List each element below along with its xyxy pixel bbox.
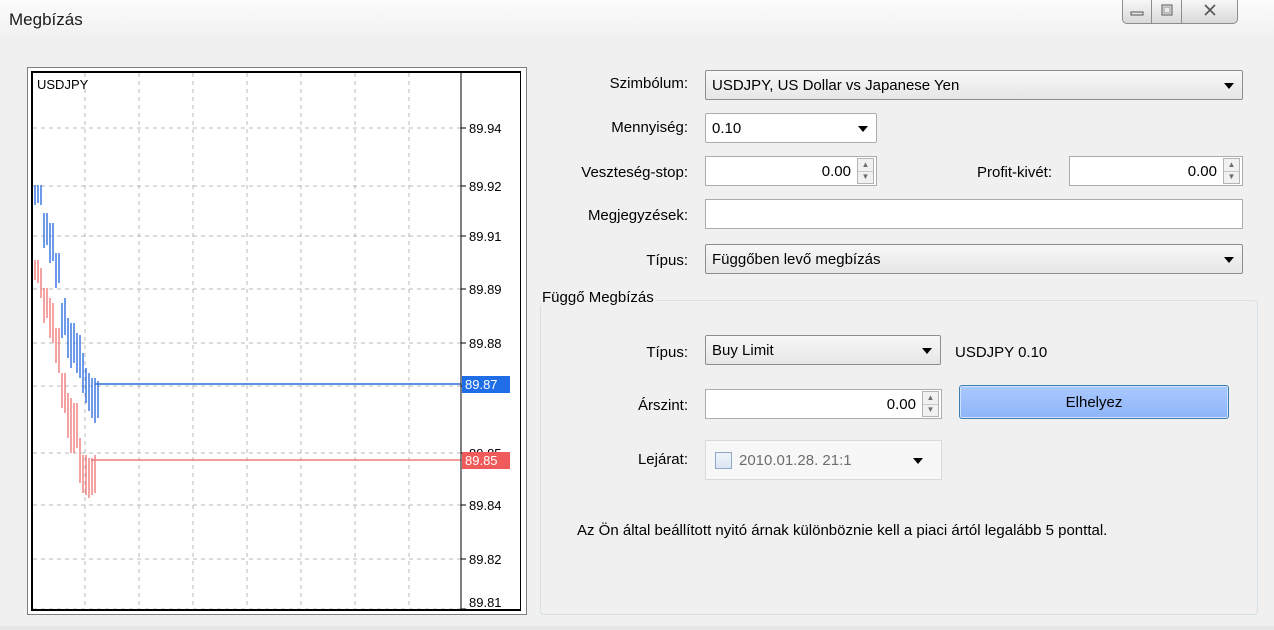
chevron-down-icon (922, 348, 932, 354)
take-profit-field[interactable]: 0.00 ▲ ▼ (1069, 156, 1243, 186)
bid-price-tag: 89.85 (462, 452, 510, 469)
title-bar: Megbízás (0, 0, 1274, 42)
price-tick-label: 89.92 (469, 179, 502, 194)
close-icon (1203, 3, 1217, 20)
pending-type-select-value: Buy Limit (712, 341, 774, 359)
spin-down-icon[interactable]: ▼ (1224, 172, 1239, 184)
symbol-select-value: USDJPY, US Dollar vs Japanese Yen (712, 76, 960, 94)
bid-price-label: 89.85 (465, 453, 498, 468)
order-type-select-value: Függőben levő megbízás (712, 250, 881, 268)
spin-up-icon[interactable]: ▲ (923, 392, 938, 405)
pending-order-group-title: Függő Megbízás (540, 289, 656, 306)
window-title: Megbízás (9, 10, 83, 29)
volume-select[interactable]: 0.10 (705, 113, 877, 143)
take-profit-label: Profit-kivét: (976, 164, 1052, 181)
price-tick-label: 89.88 (469, 336, 502, 351)
comment-input[interactable] (705, 199, 1243, 229)
chevron-down-icon (858, 126, 868, 132)
chart-grid (33, 73, 461, 610)
spin-up-icon[interactable]: ▲ (1224, 159, 1239, 172)
pending-type-select[interactable]: Buy Limit (705, 335, 941, 365)
take-profit-value: 0.00 (1187, 162, 1217, 180)
price-level-field[interactable]: 0.00 ▲ ▼ (705, 389, 942, 419)
spin-down-icon[interactable]: ▼ (923, 405, 938, 417)
order-type-select[interactable]: Függőben levő megbízás (705, 244, 1243, 274)
maximize-icon (1160, 3, 1174, 20)
window-controls (1122, 0, 1238, 24)
symbol-label: Szimbólum: (609, 75, 688, 92)
expiry-label: Lejárat: (637, 451, 688, 468)
price-level-label: Árszint: (637, 397, 688, 414)
maximize-button[interactable] (1152, 0, 1182, 24)
chevron-down-icon (1224, 83, 1234, 89)
price-axis: 89.94 89.92 89.91 89.89 89.88 89.87 89.85 89.84… (461, 121, 502, 610)
volume-select-value: 0.10 (712, 119, 742, 137)
ask-price-tag: 89.87 (462, 376, 510, 393)
price-tick-label: 89.89 (469, 282, 502, 297)
spin-down-icon[interactable]: ▼ (858, 172, 873, 184)
price-tick-label: 89.91 (469, 229, 502, 244)
order-summary: USDJPY 0.10 (955, 344, 1048, 361)
expiry-datetime-value: 2010.01.28. 21:1 (739, 451, 852, 469)
chevron-down-icon (1224, 257, 1234, 263)
order-type-label: Típus: (646, 252, 688, 269)
minimize-button[interactable] (1122, 0, 1152, 24)
minimize-icon (1130, 3, 1144, 20)
chart-bars (34, 185, 99, 498)
window-bottom-edge (0, 626, 1274, 630)
stop-loss-value: 0.00 (821, 162, 851, 180)
pending-type-label: Típus: (646, 344, 688, 361)
chevron-down-icon[interactable] (913, 458, 923, 464)
chart-symbol-label: USDJPY (37, 77, 89, 92)
price-tick-label: 89.94 (469, 121, 502, 136)
price-tick-label: 89.84 (469, 498, 502, 513)
price-tick-label: 89.81 (469, 595, 502, 609)
pending-order-note: Az Ön által beállított nyitó árnak külön… (577, 522, 1108, 539)
price-tick-label: 89.82 (469, 552, 502, 567)
ask-price-label: 89.87 (465, 377, 498, 392)
expiry-datetime-picker[interactable]: 2010.01.28. 21:1 (705, 440, 942, 480)
place-order-button[interactable]: Elhelyez (959, 385, 1229, 419)
expiry-checkbox[interactable] (715, 451, 732, 469)
price-chart-svg: USDJPY 89.9489.9289.9189.8989.8889.8789.… (33, 73, 510, 610)
volume-label: Mennyiség: (611, 119, 688, 136)
stop-loss-spinner[interactable]: ▲ ▼ (857, 158, 874, 184)
price-level-spinner[interactable]: ▲ ▼ (922, 391, 939, 417)
symbol-select[interactable]: USDJPY, US Dollar vs Japanese Yen (705, 70, 1243, 100)
price-chart-area: USDJPY 89.9489.9289.9189.8989.8889.8789.… (31, 71, 521, 611)
stop-loss-label: Veszteség-stop: (581, 164, 688, 181)
take-profit-spinner[interactable]: ▲ ▼ (1223, 158, 1240, 184)
spin-up-icon[interactable]: ▲ (858, 159, 873, 172)
price-level-value: 0.00 (886, 395, 916, 413)
close-button[interactable] (1182, 0, 1238, 24)
price-chart: USDJPY 89.9489.9289.9189.8989.8889.8789.… (27, 67, 527, 615)
comment-label: Megjegyzések: (587, 207, 688, 224)
stop-loss-field[interactable]: 0.00 ▲ ▼ (705, 156, 877, 186)
